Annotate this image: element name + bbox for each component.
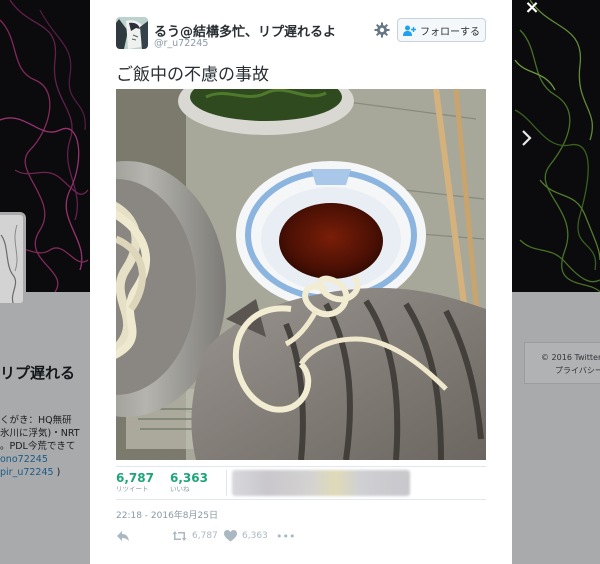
user-handle[interactable]: @r_u72245 — [154, 38, 208, 49]
more-icon[interactable]: ••• — [276, 528, 295, 544]
follow-user-icon — [403, 25, 416, 36]
like-count: 6,363 — [170, 471, 208, 485]
bio-link[interactable]: ono72245 — [0, 453, 92, 466]
retweet-stat[interactable]: 6,787 リツイート — [116, 471, 154, 494]
profile-name: リプ遅れる — [0, 364, 76, 382]
bio-link-suffix: ) — [53, 467, 61, 478]
like-action-count: 6,363 — [242, 531, 268, 541]
retweet-label: リツイート — [116, 485, 149, 493]
stats-divider — [226, 470, 227, 496]
tweet-text: ご飯中の不慮の事故 — [116, 65, 269, 85]
retweet-count: 6,787 — [116, 471, 154, 485]
follow-button[interactable]: フォローする — [397, 18, 486, 42]
bio-line: 。PDL今荒できて — [0, 441, 76, 452]
footer-module: © 2016 Twitter プライバシー — [524, 342, 600, 384]
tweet-modal: るう@結構多忙、リプ遅れるよ @r_u72245 フォローする ご飯中の不慮の事… — [90, 0, 512, 564]
like-label: いいね — [170, 485, 190, 493]
tweet-photo[interactable] — [116, 89, 486, 460]
footer-copyright: © 2016 Twitter — [541, 353, 600, 362]
retweet-action-count: 6,787 — [192, 531, 218, 541]
close-icon[interactable]: × — [522, 0, 542, 17]
reply-button[interactable] — [116, 528, 130, 544]
retweet-icon — [172, 531, 187, 541]
like-button[interactable]: 6,363 — [224, 528, 268, 544]
retweet-button[interactable]: 6,787 — [172, 528, 218, 544]
chevron-right-icon[interactable] — [519, 128, 535, 148]
user-avatar[interactable] — [116, 17, 148, 49]
reply-icon — [117, 531, 129, 541]
liker-avatars-blurred[interactable] — [232, 470, 410, 496]
footer-privacy-link[interactable]: プライバシー — [541, 364, 600, 377]
tweet-actions: 6,787 6,363 ••• — [116, 528, 376, 544]
gear-icon[interactable] — [374, 22, 390, 38]
bio-link[interactable]: pir_u72245 — [0, 467, 54, 478]
heart-icon — [224, 530, 237, 542]
follow-button-label: フォローする — [420, 26, 480, 38]
bio-line: くがき：HQ無研 — [0, 415, 72, 426]
tweet-stats: 6,787 リツイート 6,363 いいね — [116, 466, 486, 500]
tweet-timestamp[interactable]: 22:18 - 2016年8月25日 — [116, 508, 218, 521]
like-stat[interactable]: 6,363 いいね — [170, 471, 208, 494]
bio-line: 氷川に浮気)・NRT — [0, 428, 80, 439]
profile-bio: くがき：HQ無研 氷川に浮気)・NRT 。PDL今荒できて ono72245 p… — [0, 414, 92, 479]
profile-avatar — [0, 212, 26, 306]
